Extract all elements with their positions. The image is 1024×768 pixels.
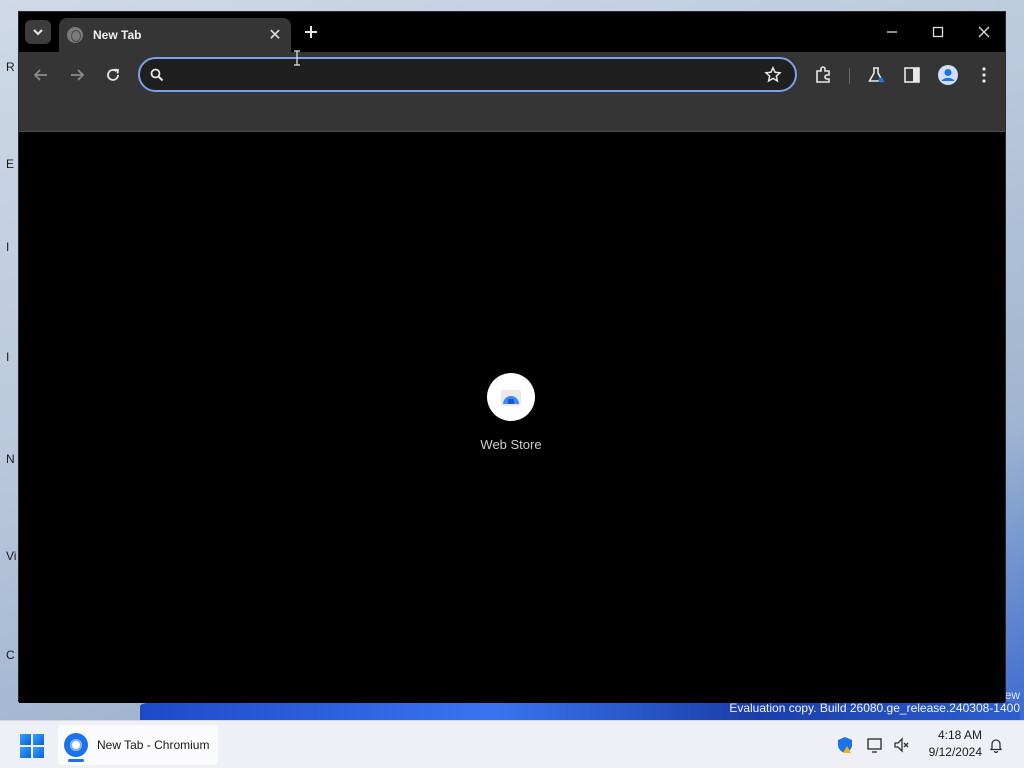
new-tab-page: Web Store	[19, 133, 1005, 703]
arrow-left-icon	[33, 69, 47, 81]
close-window-button[interactable]	[969, 20, 999, 44]
new-tab-button[interactable]	[299, 20, 323, 44]
watermark-edge-text: ew	[1004, 688, 1020, 702]
taskbar: New Tab - Chromium 4:18 AM 9/12/2024	[0, 720, 1024, 768]
side-panel-icon[interactable]	[900, 63, 924, 87]
taskbar-app-label: New Tab - Chromium	[97, 738, 210, 752]
tab-title: New Tab	[93, 28, 142, 42]
close-icon	[978, 26, 990, 38]
desktop-icon-label[interactable]: C	[6, 648, 15, 662]
windows-start-icon[interactable]	[20, 734, 44, 758]
extensions-icon[interactable]	[811, 63, 835, 87]
address-bar[interactable]	[138, 57, 797, 92]
minimize-icon	[887, 31, 897, 33]
text-cursor-icon	[294, 50, 300, 66]
evaluation-watermark: Evaluation copy. Build 26080.ge_release.…	[729, 701, 1020, 715]
web-store-icon	[487, 373, 535, 421]
desktop-icon-label[interactable]: N	[6, 452, 15, 466]
desktop-icon-label[interactable]: E	[6, 157, 14, 171]
shortcut-label: Web Store	[480, 437, 542, 452]
reload-button[interactable]	[101, 63, 125, 87]
shortcut-web-store[interactable]: Web Store	[471, 373, 551, 463]
notification-bell-icon[interactable]	[986, 735, 1006, 755]
globe-icon	[67, 27, 83, 43]
maximize-button[interactable]	[923, 20, 953, 44]
toolbar-divider	[849, 68, 850, 84]
network-icon[interactable]	[866, 735, 886, 755]
bookmark-star-icon[interactable]	[763, 65, 783, 85]
close-icon[interactable]: ✕	[267, 25, 283, 45]
address-input[interactable]	[172, 64, 752, 86]
tab-new-tab[interactable]: New Tab ✕	[59, 18, 291, 52]
browser-window: New Tab ✕ Web Store	[18, 11, 1006, 703]
bookmarks-bar	[19, 98, 1005, 132]
chromium-icon	[64, 733, 88, 757]
browser-toolbar	[19, 52, 1005, 98]
reload-icon	[107, 68, 120, 81]
desktop-icon-label[interactable]: I	[6, 240, 9, 254]
active-app-indicator	[68, 759, 84, 762]
profile-avatar-icon[interactable]	[936, 63, 960, 87]
back-button[interactable]	[29, 63, 53, 87]
clock-time: 4:18 AM	[937, 728, 982, 742]
desktop-icon-label[interactable]: R	[6, 60, 15, 74]
forward-button[interactable]	[65, 63, 89, 87]
tab-search-button[interactable]	[25, 20, 51, 44]
search-icon	[149, 67, 165, 83]
plus-icon	[305, 26, 317, 38]
arrow-right-icon	[71, 69, 85, 81]
browser-titlebar[interactable]: New Tab ✕	[19, 12, 1005, 52]
more-menu-icon[interactable]	[972, 63, 996, 87]
security-shield-icon[interactable]	[835, 735, 855, 755]
maximize-icon	[932, 26, 944, 38]
clock-date: 9/12/2024	[928, 745, 982, 759]
chevron-down-icon	[33, 29, 43, 36]
desktop-icon-label[interactable]: Vi	[6, 549, 16, 563]
labs-flask-icon[interactable]	[864, 63, 888, 87]
system-clock[interactable]: 4:18 AM 9/12/2024	[922, 727, 982, 761]
desktop-icon-label[interactable]: I	[6, 350, 9, 364]
minimize-button[interactable]	[877, 20, 907, 44]
volume-muted-icon[interactable]	[892, 735, 912, 755]
